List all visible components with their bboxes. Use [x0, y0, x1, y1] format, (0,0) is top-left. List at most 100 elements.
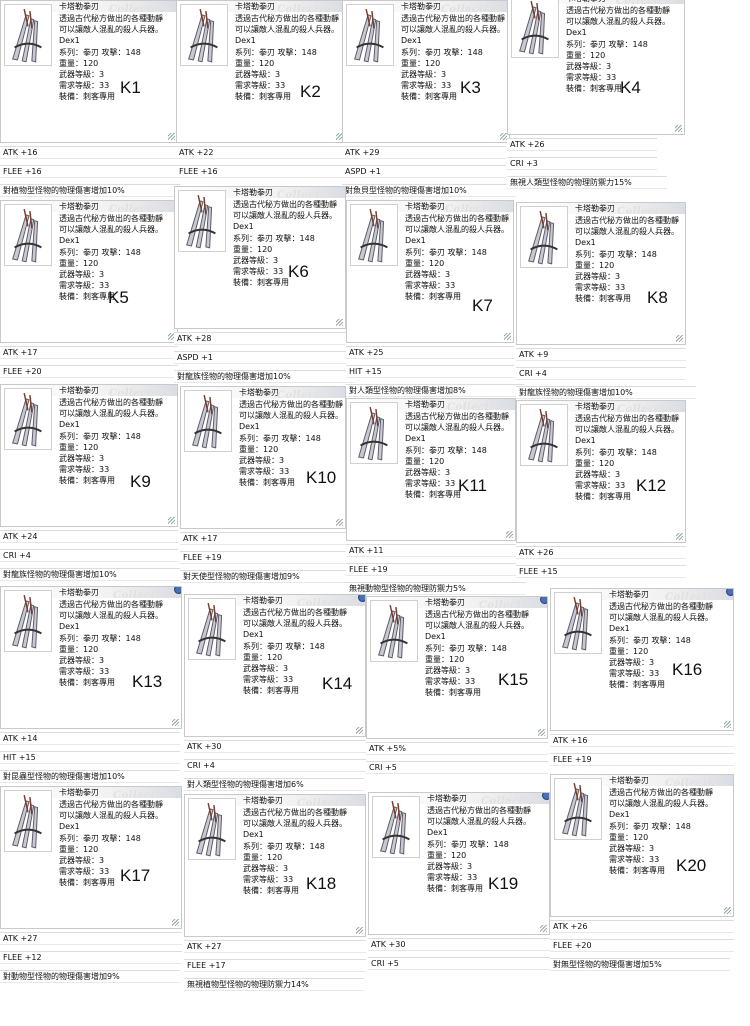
card-label: K3 [460, 78, 481, 97]
desc-line-type-line: 系列：拳刃 攻擊：148 [427, 839, 509, 849]
desc-line-desc2: 可以讓敵人混亂的殺人兵器。 [401, 25, 505, 35]
desc-line-weight-line: 重量：120 [243, 852, 283, 862]
stat-bar: FLEE +16 [0, 165, 178, 178]
desc-line-weight-line: 重量：120 [427, 850, 467, 860]
resize-grip-icon[interactable] [356, 927, 363, 934]
item-card: 卡塔勒拳刃Collection透過古代秘方做出的各種動靜可以讓敵人混亂的殺人兵器… [516, 202, 696, 405]
desc-line-type-line: 系列：拳刃 攻擊：148 [425, 643, 507, 653]
stat-bar: 對龍族怪物的物理傷害增加10% [174, 370, 354, 383]
resize-grip-icon[interactable] [336, 319, 343, 326]
stat-bar: FLEE +16 [176, 165, 344, 178]
tooltip-window: 卡塔勒拳刃Collection透過古代秘方做出的各種動靜可以讓敵人混亂的殺人兵器… [516, 202, 686, 345]
window-button-icon[interactable] [542, 793, 549, 800]
desc-line-desc2: 可以讓敵人混亂的殺人兵器。 [425, 621, 529, 631]
card-label: K11 [458, 476, 487, 495]
katar-icon [4, 590, 52, 652]
tooltip-window: 卡塔勒拳刃Collection透過古代秘方做出的各種動靜可以讓敵人混亂的殺人兵器… [342, 0, 510, 143]
item-description: 透過古代秘方做出的各種動靜 可以讓敵人混亂的殺人兵器。 Dex1 系列：拳刃 攻擊：1… [566, 5, 670, 95]
desc-line-type-line: 系列：拳刃 攻擊：148 [401, 47, 483, 57]
item-card: 卡塔勒拳刃Collection透過古代秘方做出的各種動靜可以讓敵人混亂的殺人兵器… [0, 200, 178, 403]
stat-bar: ATK +16 [550, 734, 734, 747]
desc-line-dex: Dex1 [59, 36, 80, 46]
desc-line-desc2: 可以讓敵人混亂的殺人兵器。 [243, 619, 347, 629]
desc-line-req-line: 需求等級：33 [59, 81, 110, 91]
resize-grip-icon[interactable] [724, 907, 731, 914]
desc-line-desc1: 透過古代秘方做出的各種動靜 [575, 216, 679, 225]
desc-line-desc2: 可以讓敵人混亂的殺人兵器。 [575, 425, 679, 435]
tooltip-window: 卡塔勒拳刃Collection透過古代秘方做出的各種動靜可以讓敵人混亂的殺人兵器… [346, 398, 516, 541]
stat-bar: ATK +27 [0, 932, 182, 945]
desc-line-req-line: 需求等級：33 [405, 479, 456, 489]
resize-grip-icon[interactable] [540, 925, 547, 932]
resize-grip-icon[interactable] [172, 919, 179, 926]
item-card: 卡塔勒拳刃Collection透過古代秘方做出的各種動靜可以讓敵人混亂的殺人兵器… [346, 200, 524, 403]
stat-bar: 無視植物型怪物的物理防禦力14% [184, 978, 364, 991]
window-button-icon[interactable] [174, 587, 181, 594]
resize-grip-icon[interactable] [356, 727, 363, 734]
desc-line-dex: Dex1 [427, 828, 448, 838]
desc-line-type-line: 系列：拳刃 攻擊：148 [59, 247, 141, 257]
resize-grip-icon[interactable] [724, 721, 731, 728]
katar-icon [372, 796, 420, 858]
desc-line-equip-line: 裝備：刺客專用 [405, 292, 461, 302]
katar-icon [4, 790, 52, 852]
resize-grip-icon[interactable] [538, 729, 545, 736]
desc-line-weight-line: 重量：120 [233, 244, 273, 254]
desc-line-desc2: 可以讓敵人混亂的殺人兵器。 [405, 225, 509, 235]
window-button-icon[interactable] [726, 589, 733, 596]
desc-line-dex: Dex1 [575, 238, 596, 248]
tooltip-window: 卡塔勒拳刃Collection透過古代秘方做出的各種動靜可以讓敵人混亂的殺人兵器… [346, 200, 514, 343]
katar-icon [4, 388, 52, 450]
resize-grip-icon[interactable] [675, 125, 682, 132]
resize-grip-icon[interactable] [168, 517, 175, 524]
desc-line-desc1: 透過古代秘方做出的各種動靜 [235, 14, 339, 23]
desc-line-desc1: 透過古代秘方做出的各種動靜 [239, 400, 343, 409]
card-label: K17 [120, 866, 151, 885]
tooltip-window: 卡塔勒拳刃Collection透過古代秘方做出的各種動靜可以讓敵人混亂的殺人兵器… [550, 588, 734, 731]
resize-grip-icon[interactable] [504, 333, 511, 340]
resize-grip-icon[interactable] [168, 133, 175, 140]
resize-grip-icon[interactable] [676, 335, 683, 342]
card-label: K18 [306, 874, 337, 893]
desc-line-level-line: 武器等級：3 [59, 70, 105, 80]
resize-grip-icon[interactable] [336, 519, 343, 526]
item-description: 透過古代秘方做出的各種動靜 可以讓敵人混亂的殺人兵器。 Dex1 系列：拳刃 攻擊：1… [401, 13, 505, 103]
window-button-icon[interactable] [540, 597, 547, 604]
stat-bar: ATK +25 [346, 346, 514, 359]
tooltip-window: 卡塔勒拳刃Collection透過古代秘方做出的各種動靜可以讓敵人混亂的殺人兵器… [507, 0, 685, 135]
desc-line-level-line: 武器等級：3 [566, 62, 612, 72]
desc-line-dex: Dex1 [609, 810, 630, 820]
desc-line-desc1: 透過古代秘方做出的各種動靜 [609, 602, 713, 611]
desc-line-desc1: 透過古代秘方做出的各種動靜 [243, 808, 347, 817]
desc-line-level-line: 武器等級：3 [239, 456, 285, 466]
tooltip-window: 卡塔勒拳刃Collection透過古代秘方做出的各種動靜可以讓敵人混亂的殺人兵器… [366, 596, 548, 739]
katar-icon [178, 190, 226, 252]
tooltip-window: 卡塔勒拳刃Collection透過古代秘方做出的各種動靜可以讓敵人混亂的殺人兵器… [0, 384, 178, 527]
desc-line-weight-line: 重量：120 [59, 258, 99, 268]
resize-grip-icon[interactable] [506, 531, 513, 538]
window-button-icon[interactable] [358, 595, 365, 602]
desc-line-desc1: 透過古代秘方做出的各種動靜 [243, 608, 347, 617]
resize-grip-icon[interactable] [172, 719, 179, 726]
desc-line-desc2: 可以讓敵人混亂的殺人兵器。 [233, 211, 337, 221]
desc-line-desc1: 透過古代秘方做出的各種動靜 [575, 414, 679, 423]
stat-bar: FLEE +19 [346, 563, 516, 576]
desc-line-dex: Dex1 [59, 236, 80, 246]
desc-line-level-line: 武器等級：3 [235, 70, 281, 80]
desc-line-equip-line: 裝備：刺客專用 [609, 680, 665, 690]
desc-line-req-line: 需求等級：33 [405, 281, 456, 291]
tooltip-window: 卡塔勒拳刃Collection透過古代秘方做出的各種動靜可以讓敵人混亂的殺人兵器… [184, 794, 366, 937]
desc-line-desc2: 可以讓敵人混亂的殺人兵器。 [59, 811, 163, 821]
desc-line-weight-line: 重量：120 [609, 646, 649, 656]
desc-line-type-line: 系列：拳刃 攻擊：148 [239, 433, 321, 443]
stat-bar: ATK +24 [0, 530, 178, 543]
desc-line-weight-line: 重量：120 [235, 58, 275, 68]
desc-line-weight-line: 重量：120 [405, 456, 445, 466]
resize-grip-icon[interactable] [676, 533, 683, 540]
resize-grip-icon[interactable] [500, 133, 507, 140]
stat-bar: ATK +26 [507, 138, 657, 151]
card-label: K16 [672, 660, 703, 679]
desc-line-type-line: 系列：拳刃 攻擊：148 [59, 633, 141, 643]
stat-bar: 對人類型怪物的物理傷害增加8% [346, 384, 524, 397]
desc-line-desc2: 可以讓敵人混亂的殺人兵器。 [405, 423, 509, 433]
